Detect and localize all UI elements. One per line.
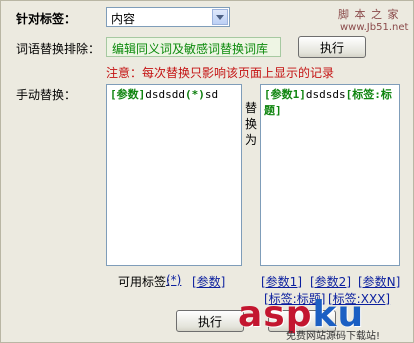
replace-as-label: 替 换 为 — [243, 100, 259, 148]
find-text-tag: [参数] — [110, 88, 146, 101]
edit-synonym-lexicon-text: 编辑同义词及敏感词替换词库 — [112, 42, 269, 56]
watermark-subtitle: 免费网站源码下载站! — [286, 331, 381, 342]
run-button[interactable]: 执行 — [176, 310, 244, 332]
chevron-down-icon[interactable] — [212, 9, 228, 25]
target-tag-label: 针对标签： — [16, 12, 77, 26]
tag-link-param[interactable]: [参数] — [192, 273, 225, 290]
replace-text-tag1: [参数1] — [264, 88, 306, 101]
tag-link-paramN[interactable]: [参数N] — [358, 273, 400, 290]
replace-as-char-2: 换 — [244, 117, 257, 131]
replace-textarea[interactable]: [参数1]dsdsds[标签:标题] — [260, 84, 400, 266]
exclude-run-button[interactable]: 执行 — [298, 36, 366, 58]
replace-as-char-1: 替 — [244, 101, 257, 115]
target-tag-select[interactable]: 内容 — [106, 7, 230, 27]
replace-text-mid: dsdsds — [305, 88, 346, 101]
notice-text: 注意：每次替换只影响该页面上显示的记录 — [106, 66, 335, 80]
exclude-words-label: 词语替换排除： — [16, 42, 101, 56]
tag-link-param1[interactable]: [参数1] — [261, 273, 302, 290]
replace-as-char-3: 为 — [244, 133, 257, 147]
edit-synonym-lexicon-link[interactable]: 编辑同义词及敏感词替换词库 — [106, 37, 281, 57]
available-tags-label: 可用标签: — [118, 275, 171, 289]
target-tag-select-value: 内容 — [111, 12, 136, 26]
tag-link-param2[interactable]: [参数2] — [310, 273, 351, 290]
find-text-star: (*) — [185, 88, 205, 101]
find-text-mid: dsdsdd — [145, 88, 185, 101]
manual-replace-label: 手动替换： — [16, 88, 77, 102]
watermark-site-name: 脚 本 之 家 — [338, 8, 400, 21]
find-text-end: sd — [204, 88, 219, 101]
find-textarea[interactable]: [参数]dsdsdd(*)sd — [106, 84, 242, 266]
watermark-site-url: www.Jb51.net — [340, 22, 409, 33]
tag-link-star[interactable]: (*) — [166, 273, 181, 287]
